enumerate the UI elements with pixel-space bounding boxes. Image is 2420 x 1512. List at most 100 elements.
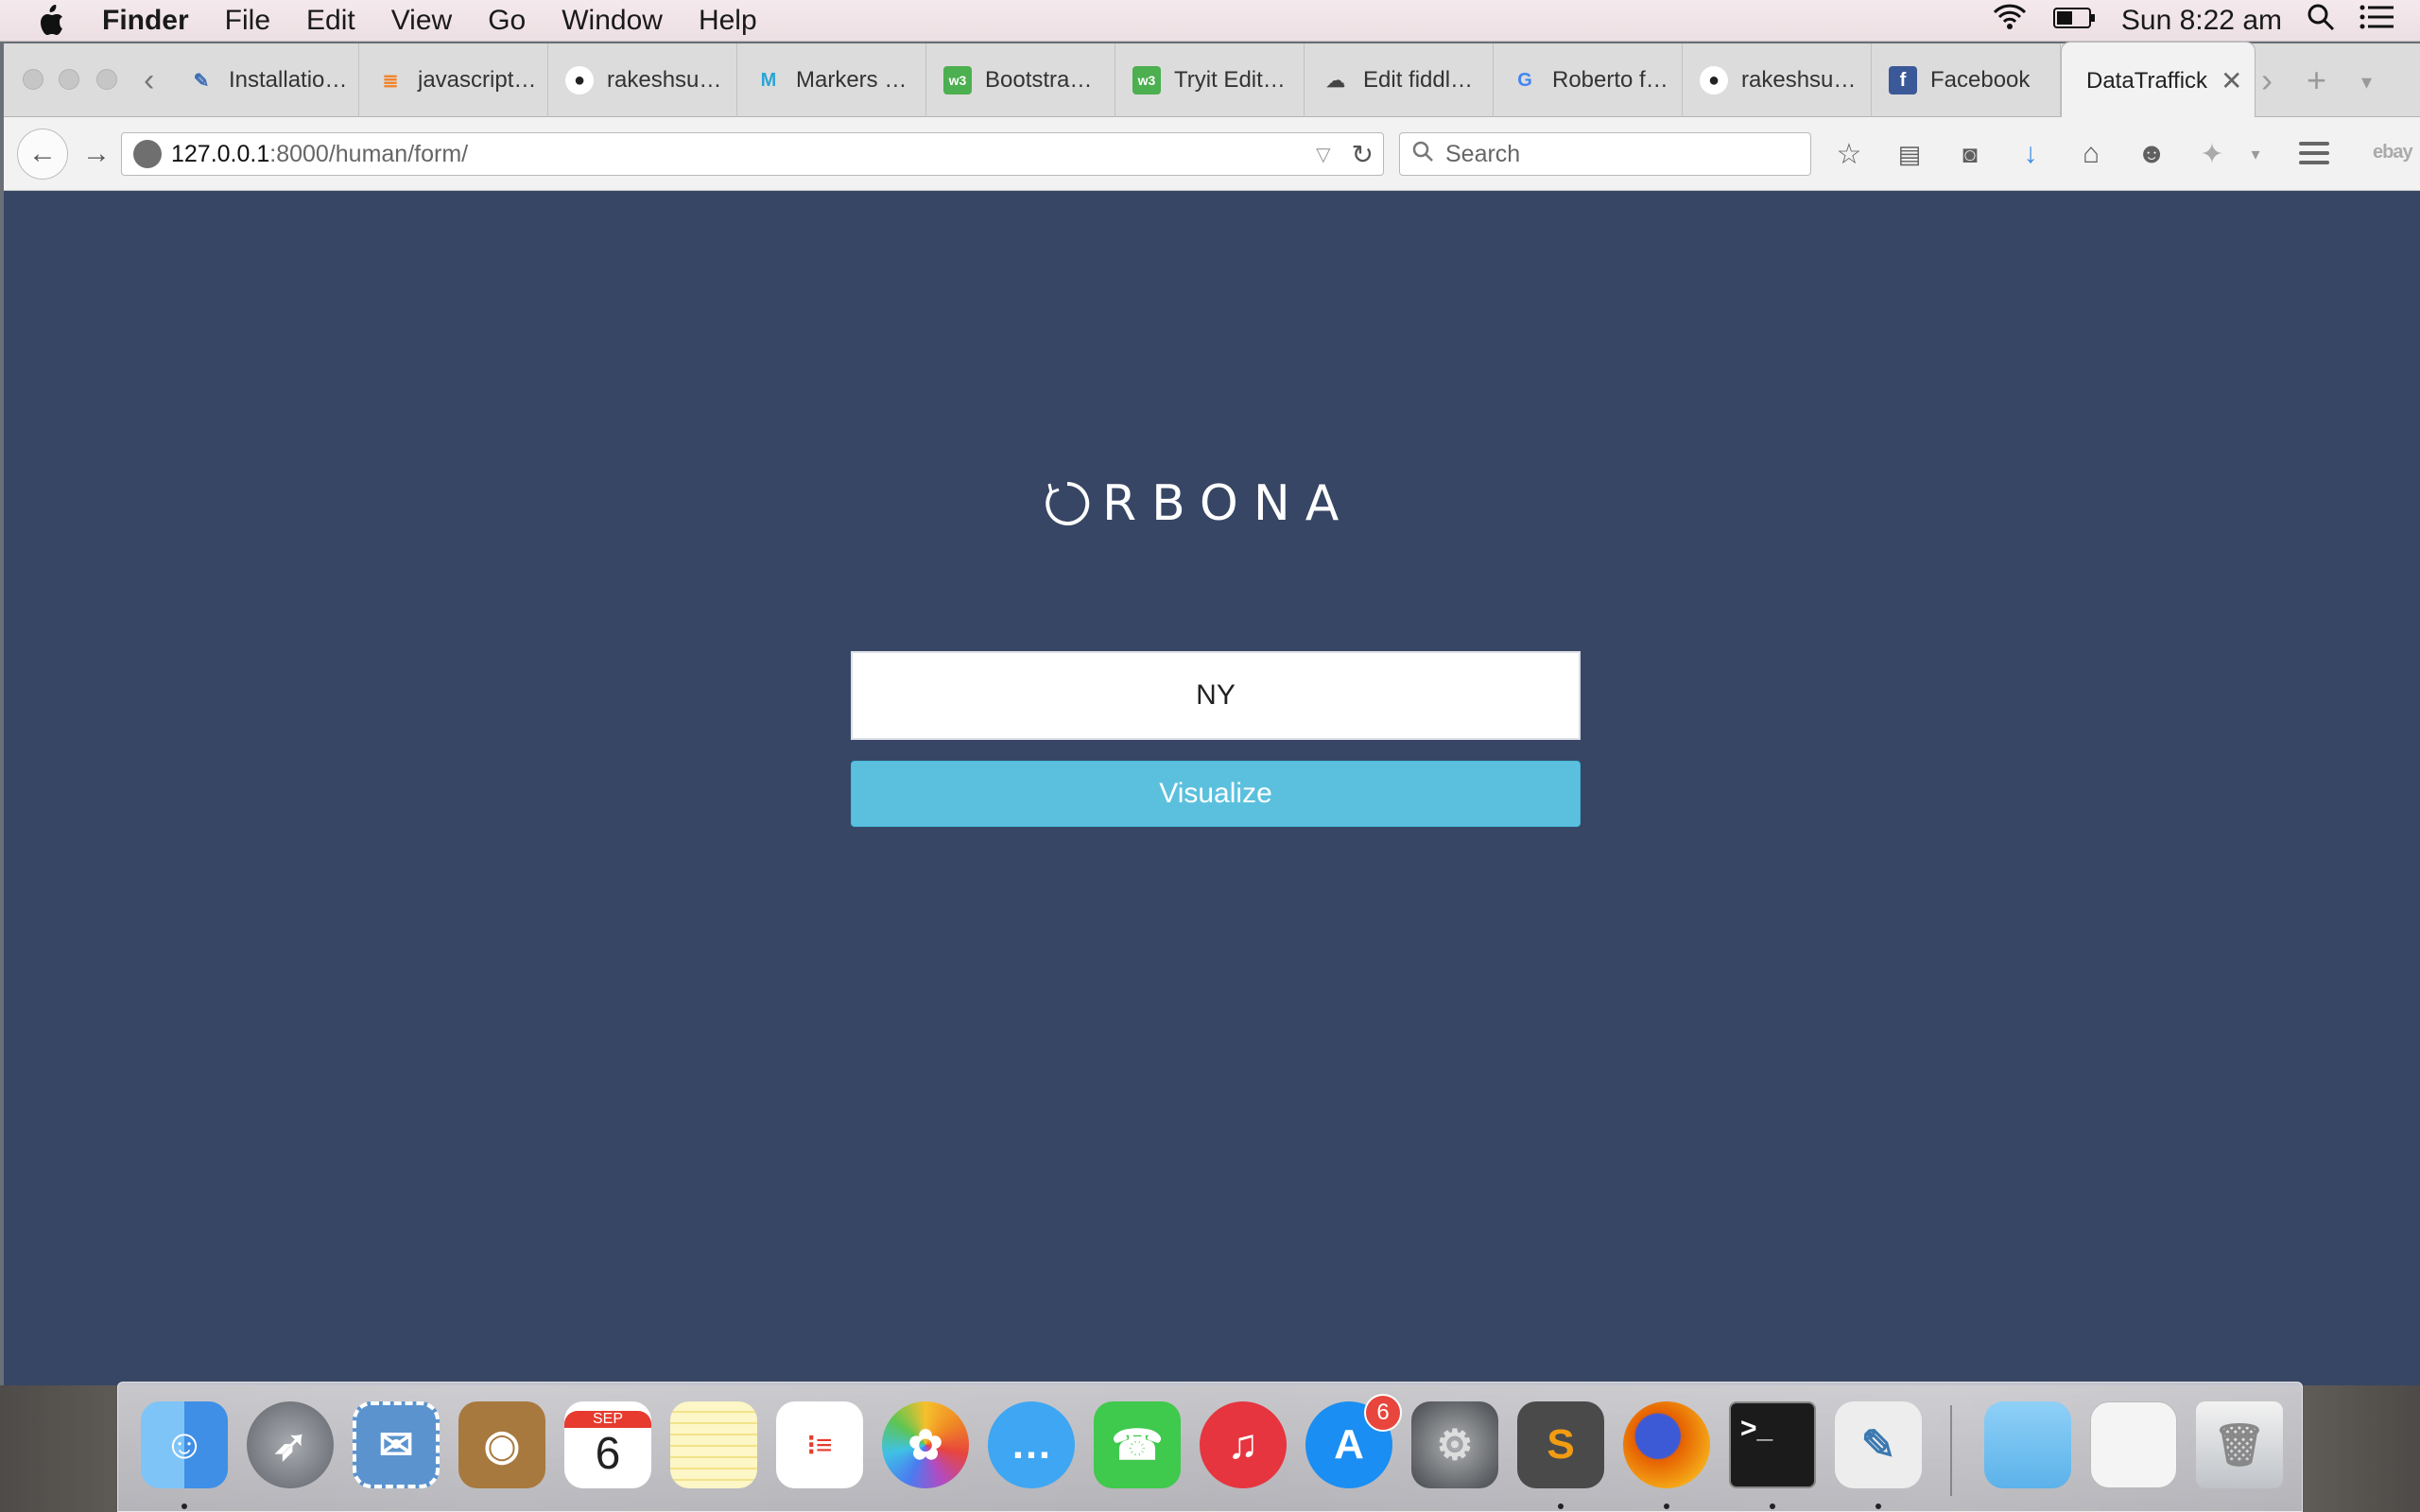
bookmark-star-icon[interactable]: ☆ [1834,139,1864,170]
m-icon: M [760,69,777,91]
photos-icon[interactable]: ✿ [882,1401,969,1488]
close-window-button[interactable] [23,69,43,90]
facebook-icon: f [1889,66,1917,94]
tab[interactable]: ☁ Edit fiddl… [1305,43,1494,117]
tab[interactable]: M Markers … [737,43,926,117]
chevron-left-icon[interactable]: ‹ [144,62,154,99]
toolbar-icons: ☆ ▤ ◙ ↓ ⌂ ☻ ✦ ▾ [1834,117,2271,191]
messages-icon[interactable]: … [988,1401,1075,1488]
list-tabs-icon[interactable]: ▾ [2361,70,2372,94]
minimize-window-button[interactable] [59,69,79,90]
running-indicator [1770,1503,1775,1509]
reading-list-icon[interactable]: ▤ [1894,139,1925,169]
notification-center-icon[interactable] [2360,5,2394,37]
contacts-icon[interactable]: ◉ [458,1401,545,1488]
menu-file[interactable]: File [207,5,288,37]
addon-icon[interactable]: ✦ [2197,139,2227,170]
download-icon[interactable]: ↓ [2015,138,2046,169]
back-button[interactable]: ← [17,129,68,180]
menu-help[interactable]: Help [681,5,775,37]
tab-strip: ✎ Installatio… ≣ javascript… ● rakeshsu… MM… [170,42,2256,119]
menu-edit[interactable]: Edit [288,5,373,37]
clock[interactable]: Sun 8:22 am [2121,5,2282,37]
search-input[interactable]: Search [1399,132,1811,176]
itunes-icon[interactable]: ♫ [1200,1401,1287,1488]
reminders-icon[interactable]: ⁝≡ [776,1401,863,1488]
mail-icon[interactable]: ✉ [353,1401,440,1488]
menu-go[interactable]: Go [470,5,544,37]
firefox-icon[interactable] [1623,1401,1710,1488]
facetime-icon[interactable]: ☎ [1094,1401,1181,1488]
trash-icon[interactable]: 🗑 [2196,1401,2283,1488]
applications-folder-icon[interactable] [1984,1401,2071,1488]
nav-toolbar: ← → 127.0.0.1:8000/human/form/ ▽ ↻ Searc… [4,117,2420,191]
hamburger-menu-icon[interactable] [2295,136,2333,170]
battery-icon[interactable] [2052,5,2097,37]
launchpad-icon[interactable]: ➶ [247,1401,334,1488]
wifi-icon[interactable] [1991,3,2029,39]
tab[interactable]: w3 Tryit Edit… [1115,43,1305,117]
arrow-left-icon: ← [28,138,57,169]
home-icon[interactable]: ⌂ [2076,138,2106,169]
running-indicator [1558,1503,1564,1509]
tab[interactable]: ● rakeshsu… [548,43,737,117]
logo-circle-icon [1046,481,1090,525]
menu-view[interactable]: View [373,5,470,37]
app-store-icon[interactable]: A 6 [1305,1394,1402,1488]
history-dropdown-icon[interactable]: ▽ [1316,143,1330,166]
tab[interactable]: f Facebook [1872,43,2061,117]
city-input[interactable] [851,651,1581,740]
downloads-stack-icon[interactable] [2090,1401,2177,1488]
new-tab-icon[interactable]: + [2307,60,2326,100]
menu-window[interactable]: Window [544,5,681,37]
visualize-button[interactable]: Visualize [851,761,1581,827]
arrow-right-icon: → [82,138,111,169]
tab-label: Edit fiddl… [1363,67,1474,93]
terminal-icon[interactable]: >_ [1729,1401,1816,1488]
page-content: RBONA Visualize [4,192,2420,1385]
tab-label: Markers … [796,67,908,93]
tab[interactable]: ● rakeshsu… [1683,43,1872,117]
github-icon: ● [565,66,594,94]
finder-icon[interactable]: ☺ [141,1401,228,1488]
system-preferences-icon[interactable]: ⚙ [1411,1401,1498,1488]
tab-label: DataTraffick [2086,67,2208,94]
menu-app-name[interactable]: Finder [102,5,207,37]
addon-dropdown-icon[interactable]: ▾ [2240,139,2271,169]
app-store-badge: 6 [1364,1394,1402,1432]
tab[interactable]: w3 Bootstra… [926,43,1115,117]
chevron-right-icon[interactable]: › [2261,60,2273,100]
tab-bar: ‹ ✎ Installatio… ≣ javascript… ● rakeshsu… … [4,42,2420,119]
logo-text: RBONA [1102,475,1355,532]
dock: ☺ ➶ ✉ ◉ SEP 6 ⁝≡ ✿ … ☎ ♫ A 6 ⚙ S >_ ✎ 🗑 [117,1382,2303,1512]
tab[interactable]: ✎ Installatio… [170,43,359,117]
google-icon: G [1517,69,1532,91]
w3-icon: w3 [1132,66,1161,94]
reload-icon[interactable]: ↻ [1352,139,1374,170]
w3-icon: w3 [943,66,972,94]
url-bar[interactable]: 127.0.0.1:8000/human/form/ ▽ ↻ [121,132,1384,176]
globe-icon[interactable] [133,140,162,168]
url-path: :8000/human/form/ [269,140,469,167]
python-launcher-icon[interactable]: ✎ [1835,1401,1922,1488]
forward-button[interactable]: → [79,129,113,180]
menu-bar: Finder File Edit View Go Window Help Sun… [0,0,2420,42]
tab[interactable]: ≣ javascript… [359,43,548,117]
tab-label: Bootstra… [985,67,1093,93]
ebay-icon[interactable]: ebay [2373,142,2413,163]
apple-icon[interactable] [0,4,102,37]
close-tab-icon[interactable]: ✕ [2221,65,2242,96]
stackoverflow-icon: ≣ [382,70,399,92]
status-area: Sun 8:22 am [1991,0,2420,42]
sublime-text-icon[interactable]: S [1517,1401,1604,1488]
running-indicator [182,1503,187,1509]
notes-icon[interactable] [670,1401,757,1488]
zoom-window-button[interactable] [96,69,117,90]
calendar-icon[interactable]: SEP 6 [564,1401,651,1488]
tab[interactable]: G Roberto f… [1494,43,1683,117]
chat-icon[interactable]: ☻ [2136,138,2167,169]
spotlight-icon[interactable] [2307,3,2335,39]
pocket-icon[interactable]: ◙ [1955,139,1985,169]
active-tab[interactable]: DataTraffick ✕ [2061,42,2256,119]
url-host: 127.0.0.1 [171,140,270,167]
